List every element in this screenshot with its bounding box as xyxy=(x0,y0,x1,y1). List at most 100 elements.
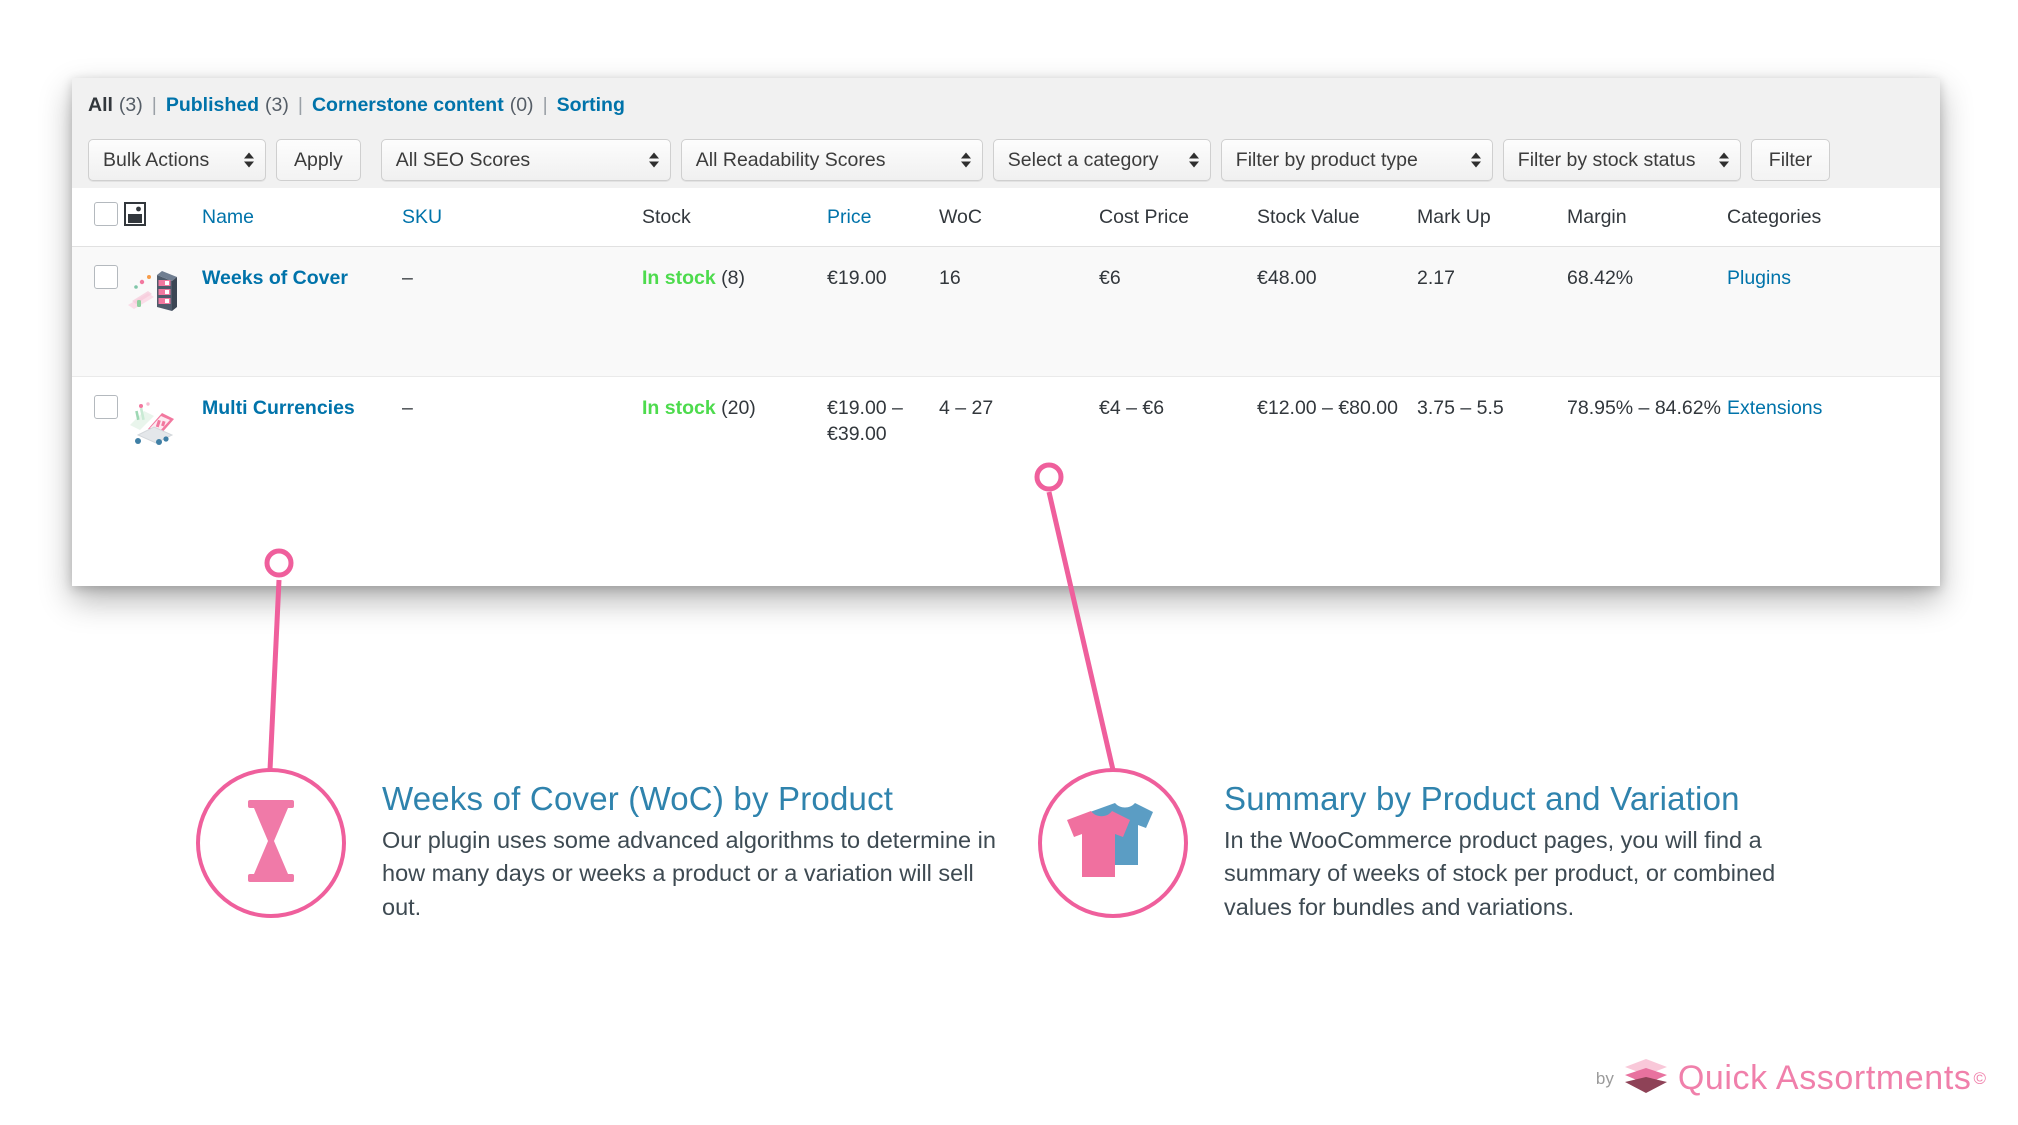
products-table: Name SKU Stock Price WoC Cost Price Stoc… xyxy=(72,188,1940,527)
chevron-updown-icon xyxy=(244,152,254,168)
callout-text-left: Weeks of Cover (WoC) by Product Our plug… xyxy=(382,768,1002,924)
products-table-head: Name SKU Stock Price WoC Cost Price Stoc… xyxy=(72,188,1940,247)
row-select-checkbox[interactable] xyxy=(94,265,118,289)
apply-label: Apply xyxy=(294,148,343,171)
footer-brand-name: Quick Assortments xyxy=(1677,1059,1972,1097)
stock-status-value: Filter by stock status xyxy=(1517,148,1696,171)
product-name-link[interactable]: Multi Currencies xyxy=(202,397,355,419)
column-header-price[interactable]: Price xyxy=(827,188,939,247)
row-price-cell: €19.00 xyxy=(827,246,939,377)
callout-title-left: Weeks of Cover (WoC) by Product xyxy=(382,780,894,817)
product-category-link[interactable]: Extensions xyxy=(1727,397,1822,419)
column-header-cost-price-label: Cost Price xyxy=(1099,205,1189,228)
row-stock-value-cell: €48.00 xyxy=(1257,246,1417,377)
readability-score-filter-select[interactable]: All Readability Scores xyxy=(680,139,983,181)
row-margin-cell: 68.42% xyxy=(1567,246,1727,377)
row-mark-up-cell: 3.75 – 5.5 xyxy=(1417,376,1567,527)
view-published-count: (3) xyxy=(265,93,289,116)
views-separator: | xyxy=(542,93,548,116)
chevron-updown-icon xyxy=(960,152,971,168)
row-name-cell: Multi Currencies xyxy=(202,376,402,527)
column-header-categories: Categories xyxy=(1727,188,1940,247)
column-header-woc-label: WoC xyxy=(939,205,982,228)
view-cornerstone-content[interactable]: Cornerstone content xyxy=(312,94,504,117)
callout-body-left: Our plugin uses some advanced algorithms… xyxy=(382,827,996,920)
row-cost-price-cell: €4 – €6 xyxy=(1099,376,1257,527)
tablenav-top: Bulk Actions Apply All SEO Scores All Re… xyxy=(72,132,1940,188)
views-separator: | xyxy=(151,93,157,116)
stock-status-filter-select[interactable]: Filter by stock status xyxy=(1502,139,1741,181)
column-header-woc: WoC xyxy=(939,188,1099,247)
column-header-mark-up-label: Mark Up xyxy=(1417,205,1491,228)
column-header-stock-value: Stock Value xyxy=(1257,188,1417,247)
product-sku: – xyxy=(402,397,413,419)
row-sku-cell: – xyxy=(402,246,642,377)
stock-status-badge: In stock xyxy=(642,267,716,289)
row-select-checkbox[interactable] xyxy=(94,395,118,419)
row-checkbox-cell xyxy=(72,376,124,527)
filter-label: Filter xyxy=(1768,148,1813,171)
category-filter-select[interactable]: Select a category xyxy=(992,139,1211,181)
quick-assortments-mark-icon xyxy=(1622,1058,1670,1099)
row-categories-cell: Extensions xyxy=(1727,376,1940,527)
apply-button[interactable]: Apply xyxy=(276,139,361,181)
bulk-actions-select[interactable]: Bulk Actions xyxy=(88,139,266,181)
image-icon xyxy=(124,202,146,231)
row-stock-cell: In stock (20) xyxy=(642,376,827,527)
view-all-count: (3) xyxy=(118,93,143,116)
column-header-sku-link[interactable]: SKU xyxy=(402,206,442,228)
product-type-filter-select[interactable]: Filter by product type xyxy=(1220,139,1493,181)
column-header-stock: Stock xyxy=(642,188,827,247)
stock-status-badge: In stock xyxy=(642,397,716,419)
chevron-updown-icon xyxy=(648,152,659,168)
seo-score-filter-select[interactable]: All SEO Scores xyxy=(380,139,671,181)
callout-body-right: In the WooCommerce product pages, you wi… xyxy=(1224,827,1776,920)
views-separator: | xyxy=(297,93,303,116)
bulk-actions-value: Bulk Actions xyxy=(103,148,210,171)
select-all-checkbox[interactable] xyxy=(94,202,118,226)
chevron-updown-icon xyxy=(1718,152,1729,168)
chevron-updown-icon xyxy=(1470,152,1481,168)
footer-by-label: by xyxy=(1595,1068,1614,1088)
column-header-cost-price: Cost Price xyxy=(1099,188,1257,247)
callout-weeks-of-cover: Weeks of Cover (WoC) by Product Our plug… xyxy=(196,768,1002,924)
column-header-categories-label: Categories xyxy=(1727,205,1822,228)
view-sorting[interactable]: Sorting xyxy=(557,94,625,117)
row-categories-cell: Plugins xyxy=(1727,246,1940,377)
product-type-value: Filter by product type xyxy=(1235,148,1418,171)
column-header-margin: Margin xyxy=(1567,188,1727,247)
view-all[interactable]: All xyxy=(88,94,113,117)
views-bar: All (3) | Published (3) | Cornerstone co… xyxy=(72,78,1940,132)
row-stock-cell: In stock (8) xyxy=(642,246,827,377)
row-cost-price-cell: €6 xyxy=(1099,246,1257,377)
column-header-name-link[interactable]: Name xyxy=(202,206,254,228)
column-header-checkbox xyxy=(72,188,124,247)
laptop-illustration-icon xyxy=(124,395,202,451)
row-mark-up-cell: 2.17 xyxy=(1417,246,1567,377)
column-header-sku[interactable]: SKU xyxy=(402,188,642,247)
callout-summary-by-product: Summary by Product and Variation In the … xyxy=(1038,768,1844,924)
row-stock-value-cell: €12.00 – €80.00 xyxy=(1257,376,1417,527)
products-table-body: Weeks of Cover – In stock (8) €19.00 16 … xyxy=(72,246,1940,527)
column-header-name[interactable]: Name xyxy=(202,188,402,247)
filter-button[interactable]: Filter xyxy=(1750,139,1831,181)
product-category-link[interactable]: Plugins xyxy=(1727,267,1791,289)
column-header-margin-label: Margin xyxy=(1567,205,1627,228)
category-value: Select a category xyxy=(1007,148,1159,171)
product-list-card: All (3) | Published (3) | Cornerstone co… xyxy=(72,78,1940,586)
tshirts-icon xyxy=(1067,799,1159,888)
column-header-price-link[interactable]: Price xyxy=(827,206,871,228)
view-cornerstone-count: (0) xyxy=(509,93,534,116)
row-woc-cell: 16 xyxy=(939,246,1099,377)
row-checkbox-cell xyxy=(72,246,124,377)
connector-line-left xyxy=(267,579,282,771)
column-header-mark-up: Mark Up xyxy=(1417,188,1567,247)
stock-quantity: (8) xyxy=(721,267,745,289)
view-published[interactable]: Published xyxy=(166,94,259,117)
chevron-updown-icon xyxy=(1188,152,1199,168)
product-name-link[interactable]: Weeks of Cover xyxy=(202,267,348,289)
callout-text-right: Summary by Product and Variation In the … xyxy=(1224,768,1844,924)
readability-score-value: All Readability Scores xyxy=(695,148,886,171)
callout-badge-right xyxy=(1038,768,1188,918)
seo-score-value: All SEO Scores xyxy=(395,148,531,171)
